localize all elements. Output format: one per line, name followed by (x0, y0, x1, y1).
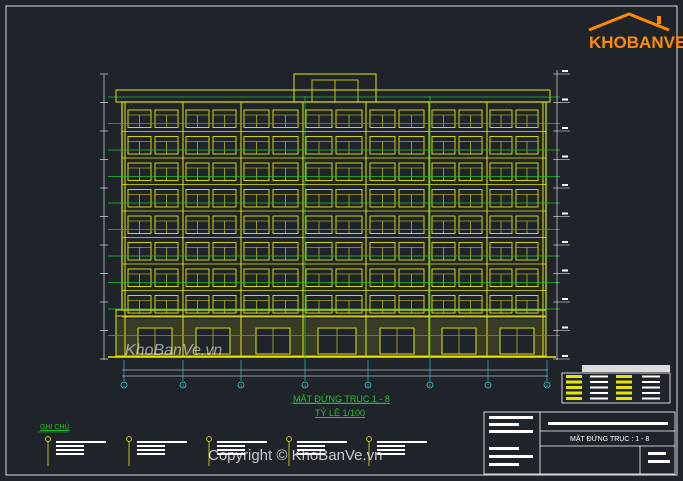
note-text (56, 445, 84, 447)
note-text (137, 453, 165, 455)
axis-label: 5 (367, 384, 369, 388)
legend-text (590, 397, 608, 400)
note-marker-icon (206, 436, 212, 442)
watermark-bottom: Copyright © KhoBanVe.vn (208, 447, 383, 464)
legend-text (642, 381, 660, 383)
note-text (297, 441, 347, 443)
watermark-center: KhoBanVe.vn (125, 342, 223, 359)
legend-swatch (616, 375, 632, 378)
level-marker (562, 212, 568, 215)
legend-text (590, 392, 608, 394)
note-text (377, 441, 427, 443)
note-text (56, 449, 84, 451)
title-block-text (648, 460, 670, 463)
title-block-text (489, 430, 533, 433)
legend-swatch (566, 397, 582, 400)
axis-label: 2 (182, 384, 184, 388)
legend-swatch (616, 386, 632, 389)
notes-heading: GHI CHÚ (40, 424, 70, 431)
note-marker-icon (45, 436, 51, 442)
note-text (56, 453, 84, 455)
legend-text (590, 381, 608, 383)
title-block-text (489, 455, 533, 458)
level-marker (562, 269, 568, 272)
sheet-title: MẶT ĐỨNG TRỤC : 1 - 8 (570, 436, 650, 443)
title-block-text (489, 416, 533, 419)
level-legend-table (561, 365, 671, 404)
logo-text: KHOBANVE (589, 33, 683, 52)
level-marker (562, 98, 568, 101)
axis-label: 6 (429, 384, 431, 388)
legend-swatch (566, 380, 582, 384)
legend-swatch (616, 397, 632, 400)
drawing-title: MẶT ĐỨNG TRỤC 1 - 8 (293, 394, 390, 404)
level-marker (562, 355, 568, 357)
title-block-text (548, 422, 668, 425)
axis-label: 3 (240, 384, 242, 388)
note-text (137, 449, 165, 451)
note-text (217, 441, 267, 443)
drawing-frame (5, 5, 678, 476)
axis-label: 7 (487, 384, 489, 388)
title-block-text (489, 423, 519, 426)
note-text (56, 441, 106, 443)
legend-swatch (616, 380, 632, 384)
note-text (137, 441, 187, 443)
drawing-scale: TỶ LỆ 1/100 (315, 408, 366, 418)
legend-text (590, 386, 608, 389)
axis-label: 1 (123, 384, 125, 388)
note-marker-icon (366, 436, 372, 442)
legend-text (642, 397, 660, 400)
logo: KHOBANVE (589, 27, 683, 53)
legend-swatch (616, 391, 632, 395)
level-marker (562, 155, 568, 158)
level-marker (562, 184, 568, 186)
legend-text (642, 392, 660, 394)
axis-label: 8 (546, 384, 548, 388)
title-block (483, 411, 676, 475)
title-block-text (489, 447, 519, 450)
note-text (137, 445, 165, 447)
title-block-text (489, 463, 519, 466)
legend-swatch (566, 375, 582, 378)
note-marker-icon (286, 436, 292, 442)
legend-swatch (566, 386, 582, 389)
level-marker (562, 298, 568, 300)
building-facade (108, 73, 556, 358)
level-marker (562, 326, 568, 329)
legend-swatch (566, 391, 582, 395)
title-block-text (648, 452, 666, 455)
floor-grid-lines (108, 96, 560, 360)
level-marker (562, 127, 568, 129)
note-marker-icon (126, 436, 132, 442)
level-marker (562, 70, 568, 72)
level-marker (562, 241, 568, 243)
axis-label: 4 (304, 384, 306, 388)
legend-text (642, 386, 660, 389)
legend-text (642, 375, 660, 378)
roof-parapet (115, 89, 551, 103)
legend-text (590, 375, 608, 378)
legend-header (582, 365, 670, 372)
